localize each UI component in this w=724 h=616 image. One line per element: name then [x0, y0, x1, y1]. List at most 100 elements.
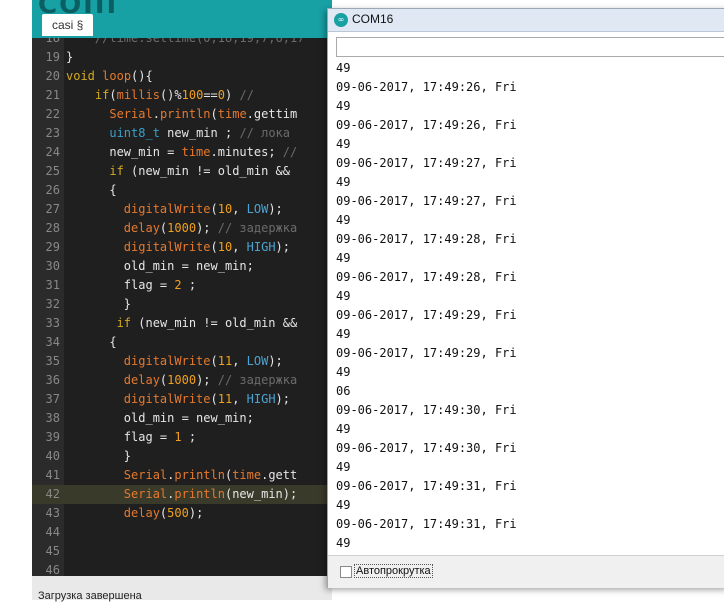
serial-output-line: 49	[336, 536, 351, 550]
code-line[interactable]: 26 {	[32, 181, 332, 200]
code-line[interactable]: 36 delay(1000); // задержка	[32, 371, 332, 390]
code-line[interactable]: 42 Serial.println(new_min);	[32, 485, 332, 504]
line-number: 24	[45, 145, 60, 159]
line-number: 42	[45, 487, 60, 501]
code-line[interactable]: 31 flag = 2 ;	[32, 276, 332, 295]
code-text: Serial.println(time.gett	[123, 468, 298, 482]
line-number: 31	[45, 278, 60, 292]
code-text: {	[109, 183, 117, 197]
serial-output-line: 49	[336, 213, 351, 227]
serial-output-line: 06	[336, 384, 351, 398]
line-number: 41	[45, 468, 60, 482]
code-text: }	[66, 50, 74, 64]
line-number: 21	[45, 88, 60, 102]
serial-output-line: 09-06-2017, 17:49:31, Fri	[336, 479, 517, 493]
code-line[interactable]: 22 Serial.println(time.gettim	[32, 105, 332, 124]
code-text: {	[109, 335, 117, 349]
code-line[interactable]: 29 digitalWrite(10, HIGH);	[32, 238, 332, 257]
line-number: 18	[45, 38, 60, 45]
code-text: delay(500);	[123, 506, 204, 520]
code-line[interactable]: 18 //time.settime(0,18,19,7,6,17	[32, 38, 332, 48]
serial-output-line: 49	[336, 365, 351, 379]
code-text: //time.settime(0,18,19,7,6,17	[66, 38, 305, 45]
serial-output[interactable]: 49 09-06-2017, 17:49:26, Fri 49 09-06-2017,…	[336, 59, 724, 551]
line-number: 30	[45, 259, 60, 273]
serial-output-line: 49	[336, 498, 351, 512]
line-number: 28	[45, 221, 60, 235]
serial-output-line: 49	[336, 289, 351, 303]
code-line[interactable]: 30 old_min = new_min;	[32, 257, 332, 276]
autoscroll-checkbox[interactable]	[340, 566, 352, 578]
serial-output-line: 49	[336, 175, 351, 189]
serial-output-line: 09-06-2017, 17:49:26, Fri	[336, 118, 517, 132]
window-title: COM16	[352, 12, 394, 26]
bottom-bar: Автопрокрутка	[328, 555, 724, 588]
serial-output-line: 49	[336, 99, 351, 113]
serial-output-line: 09-06-2017, 17:49:28, Fri	[336, 270, 517, 284]
code-line[interactable]: 45	[32, 542, 332, 561]
line-number: 26	[45, 183, 60, 197]
line-number: 20	[45, 69, 60, 83]
line-number: 19	[45, 50, 60, 64]
code-line[interactable]: 23 uint8_t new_min ; // лока	[32, 124, 332, 143]
code-editor[interactable]: 18 //time.settime(0,18,19,7,6,17 19} 20 voi…	[32, 38, 332, 576]
code-text: delay(1000); // задержка	[123, 373, 298, 387]
line-number: 23	[45, 126, 60, 140]
line-number: 27	[45, 202, 60, 216]
code-line[interactable]: 38 old_min = new_min;	[32, 409, 332, 428]
code-text: Serial.println(new_min);	[123, 487, 298, 501]
code-line[interactable]: 27 digitalWrite(10, LOW);	[32, 200, 332, 219]
code-line[interactable]: 25 if (new_min != old_min &&	[32, 162, 332, 181]
send-input[interactable]	[336, 37, 724, 57]
code-line[interactable]: 43 delay(500);	[32, 504, 332, 523]
code-line[interactable]: 46	[32, 561, 332, 576]
line-number: 32	[45, 297, 60, 311]
code-text: }	[123, 449, 132, 463]
code-line[interactable]: 28 delay(1000); // задержка	[32, 219, 332, 238]
autoscroll-label[interactable]: Автопрокрутка	[354, 564, 433, 578]
code-text: }	[123, 297, 132, 311]
serial-output-line: 09-06-2017, 17:49:29, Fri	[336, 346, 517, 360]
code-line[interactable]: 40 }	[32, 447, 332, 466]
code-text: if (new_min != old_min &&	[109, 164, 290, 178]
serial-output-line: 49	[336, 460, 351, 474]
line-number: 39	[45, 430, 60, 444]
code-line[interactable]: 20 void loop(){	[32, 67, 332, 86]
line-number: 45	[45, 544, 60, 558]
arduino-icon: ∞	[334, 13, 348, 27]
code-line[interactable]: 32 }	[32, 295, 332, 314]
code-text: flag = 2 ;	[123, 278, 197, 292]
code-line[interactable]: 33 if (new_min != old_min &&	[32, 314, 332, 333]
code-text: if(millis()%100==0) //	[94, 88, 254, 102]
arduino-ide-window: COIII casi § 18 //time.settime(0,18,19,7…	[32, 0, 332, 602]
code-text: old_min = new_min;	[123, 259, 254, 273]
line-number: 37	[45, 392, 60, 406]
code-line[interactable]: 35 digitalWrite(11, LOW);	[32, 352, 332, 371]
code-line[interactable]: 19}	[32, 48, 332, 67]
code-line[interactable]: 24 new_min = time.minutes; //	[32, 143, 332, 162]
code-line[interactable]: 39 flag = 1 ;	[32, 428, 332, 447]
code-line[interactable]: 37 digitalWrite(11, HIGH);	[32, 390, 332, 409]
code-line[interactable]: 34 {	[32, 333, 332, 352]
serial-output-line: 49	[336, 137, 351, 151]
code-line[interactable]: 21 if(millis()%100==0) //	[32, 86, 332, 105]
code-line[interactable]: 44	[32, 523, 332, 542]
code-text: digitalWrite(11, HIGH);	[123, 392, 290, 406]
line-number: 22	[45, 107, 60, 121]
tab-sketch[interactable]: casi §	[42, 14, 94, 36]
serial-monitor-window: ∞ COM16 49 09-06-2017, 17:49:26, Fri 49 09-…	[327, 8, 724, 588]
line-number: 43	[45, 506, 60, 520]
title-bar[interactable]: ∞ COM16	[328, 9, 724, 32]
code-text: new_min = time.minutes; //	[109, 145, 298, 159]
desktop-margin	[0, 0, 32, 600]
code-text: digitalWrite(10, HIGH);	[123, 240, 290, 254]
code-line[interactable]: 41 Serial.println(time.gett	[32, 466, 332, 485]
line-number: 35	[45, 354, 60, 368]
code-text: old_min = new_min;	[123, 411, 254, 425]
line-number: 25	[45, 164, 60, 178]
code-text: uint8_t new_min ; // лока	[109, 126, 291, 140]
serial-output-line: 49	[336, 61, 351, 75]
serial-output-line: 49	[336, 327, 351, 341]
serial-output-line: 09-06-2017, 17:49:26, Fri	[336, 80, 517, 94]
status-bar: Загрузка завершена	[32, 576, 332, 602]
